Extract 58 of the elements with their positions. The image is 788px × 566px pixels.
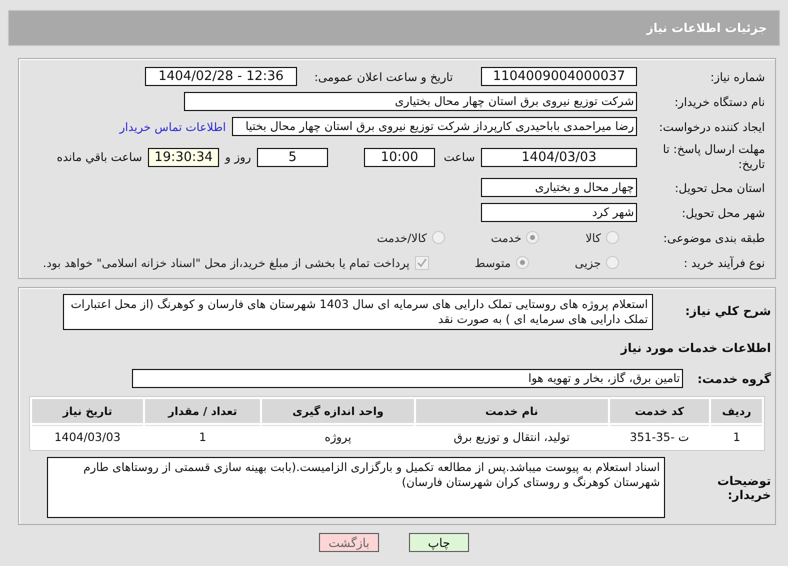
table-cell: پروژه [262,425,414,448]
column-header: تعداد / مقدار [144,399,260,423]
remaining-time-field[interactable]: 19:30:34 [148,148,220,166]
column-header: نام خدمت [416,399,608,423]
field-label: تاریخ و ساعت اعلان عمومی: [313,70,453,84]
back-button[interactable]: بازگشت [319,533,379,552]
remaining-label: ساعت باقي مانده [56,150,142,164]
column-header: واحد اندازه گیری [262,399,414,423]
table-cell: 1 [711,425,762,448]
column-header: ردیف [711,399,762,423]
days-field[interactable]: 5 [257,148,328,166]
field-label: طبقه بندی موضوعی: [662,230,765,244]
table-cell: 1404/03/03 [32,425,143,448]
field-label: شرح کلي نياز: [684,303,771,318]
radio-button[interactable] [526,231,540,244]
creator-field[interactable]: رضا میراحمدی باباحیدری کارپرداز شرکت توزیع نیروی برق استان چهار محال بختیا [232,117,637,136]
announce-date-field[interactable]: 1404/02/28 - 12:36 [145,67,297,86]
time-label: ساعت [442,150,475,164]
field-label: توضیحات خریدار: [716,474,771,502]
field-label: استان محل تحویل: [674,180,765,194]
field-label: شهر محل تحویل: [680,206,765,220]
field-label: شماره نیاز: [709,70,765,84]
option-label: کالا/خدمت [376,230,427,244]
checkbox[interactable] [414,256,429,270]
treasury-label: پرداخت تمام یا بخشی از مبلغ خرید،از محل "اسناد خزانه اسلامی" خواهد بود. [42,256,410,270]
field-label: مهلت ارسال پاسخ: تا تاریخ: [662,142,765,172]
radio-button[interactable] [606,231,619,244]
table-cell: 1 [144,425,260,448]
radio-button[interactable] [516,256,529,269]
buyer-notes-field[interactable]: اسناد استعلام به پیوست میباشد.پس از مطالعه تکمیل و بارگزاری الزامیست.(بابت بهینه سازی قسمتی از روستاهای طارم شهرستان کوهرنگ و روستای کران شهرستان فارسان) [47,457,665,518]
page-title: جزئیات اطلاعات نیاز [646,21,767,35]
print-button[interactable]: چاپ [409,533,469,552]
check-icon [416,258,427,268]
field-label: ایجاد کننده درخواست: [658,120,765,134]
buyer-contact-link[interactable]: اطلاعات تماس خریدار [119,120,226,134]
column-header: تاریخ نیاز [32,399,143,423]
buyer-field[interactable]: شرکت توزیع نیروی برق استان چهار محال بختیاری [184,92,637,111]
summary-field[interactable]: استعلام پروژه های روستایی تملک دارایی های سرمایه ای سال 1403 شهرستان های فارسان و کوهرنگ (از محل اعتبارات تملک دارایی های سرمایه ای ) به صورت نقد [63,294,653,330]
option-label: جزیی [574,256,601,270]
column-header: کد خدمت [610,399,710,423]
option-label: کالا [585,230,601,244]
need-number-field[interactable]: 1104009004000037 [481,67,637,86]
table-cell: تولید، انتقال و توزیع برق [416,425,608,448]
days-label: روز و [225,150,251,164]
radio-button[interactable] [432,231,445,244]
field-label: نام دستگاه خریدار: [673,94,765,108]
province-field[interactable]: چهار محال و بختیاری [481,178,637,197]
deadline-time-field[interactable]: 10:00 [364,148,435,166]
section-heading: اطلاعات خدمات مورد نیاز [619,340,771,354]
radio-button[interactable] [606,256,619,269]
table-cell: ت -35-351 [610,425,710,448]
option-label: خدمت [490,230,522,244]
option-label: متوسط [474,256,511,270]
service-group-field[interactable]: تامین برق، گاز، بخار و تهویه هوا [132,369,683,388]
field-label: نوع فرآیند خرید : [682,256,765,270]
city-field[interactable]: شهر کرد [481,203,637,222]
field-label: گروه خدمت: [696,372,771,386]
deadline-date-field[interactable]: 1404/03/03 [481,148,637,166]
